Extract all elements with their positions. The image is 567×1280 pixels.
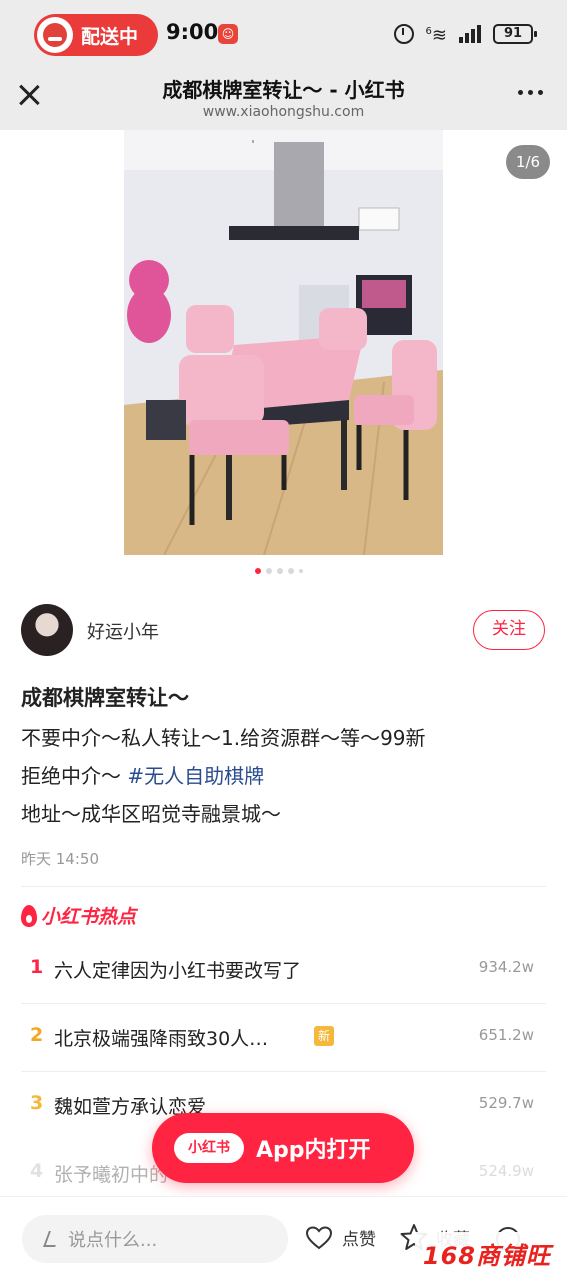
hot-text: 张予曦初中的 [54, 1164, 169, 1186]
battery-icon: 91 [493, 24, 537, 44]
notification-app-icon: ☺ [218, 24, 238, 44]
room-photo-illustration [124, 130, 443, 555]
hot-list-title: 小红书热点 [41, 906, 137, 928]
wifi-icon: 6≋ [425, 25, 447, 46]
page-url: www.xiaohongshu.com [202, 104, 365, 120]
hot-rank: 2 [30, 1024, 44, 1046]
carousel-dot[interactable] [266, 568, 272, 574]
clock: 9:00 [166, 20, 219, 44]
carousel-dot[interactable] [277, 568, 283, 574]
carousel-dots [255, 568, 303, 574]
hot-rank: 1 [30, 956, 44, 978]
post-line-3: 地址～成华区昭觉寺融景城～ [21, 802, 281, 826]
heart-icon [306, 1225, 332, 1250]
divider [21, 886, 546, 887]
author-avatar[interactable] [21, 604, 73, 656]
follow-button[interactable]: 关注 [473, 610, 545, 650]
hot-count: 934.2w [478, 958, 534, 976]
post-line-2: 拒绝中介～ #无人自助棋牌 [21, 760, 264, 789]
network-type: 6 [425, 26, 432, 37]
xiaohongshu-logo: 小红书 [174, 1133, 244, 1163]
hot-rank: 4 [30, 1160, 44, 1182]
page-title: 成都棋牌室转让～ - 小红书 [162, 78, 405, 102]
delivery-avatar [37, 17, 73, 53]
more-options-icon[interactable] [518, 90, 543, 95]
like-button[interactable]: 点赞 [306, 1225, 376, 1250]
image-counter: 1/6 [506, 145, 550, 179]
hot-rank: 3 [30, 1092, 44, 1114]
watermark-logo: 168商铺旺 [414, 1232, 559, 1275]
battery-level: 91 [503, 26, 523, 41]
delivery-label: 配送中 [81, 25, 139, 48]
hot-count: 524.9w [478, 1162, 534, 1180]
signal-icon [459, 25, 481, 43]
hashtag-link[interactable]: #无人自助棋牌 [127, 764, 264, 788]
new-badge: 新 [314, 1026, 334, 1046]
hot-count: 529.7w [478, 1094, 534, 1112]
alarm-icon [393, 24, 414, 44]
post-title: 成都棋牌室转让～ [21, 686, 189, 710]
hot-list-header: 小红书热点 [21, 902, 136, 929]
like-label: 点赞 [342, 1230, 376, 1250]
post-photo[interactable] [124, 130, 443, 555]
flame-icon [21, 904, 37, 927]
pen-icon [43, 1231, 61, 1247]
system-icons: 6≋ 91 [393, 22, 537, 46]
hot-count: 651.2w [478, 1026, 534, 1044]
post-date: 昨天 14:50 [21, 850, 99, 868]
browser-title-bar: 成都棋牌室转让～ - 小红书 www.xiaohongshu.com [0, 70, 567, 130]
hot-text: 北京极端强降雨致30人… [54, 1028, 269, 1050]
post-line-1: 不要中介～私人转让～1.给资源群～等～99新 [21, 726, 426, 750]
delivery-status-pill[interactable]: 配送中 [34, 14, 158, 56]
comment-input[interactable]: 说点什么... [22, 1215, 288, 1263]
carousel-dot[interactable] [288, 568, 294, 574]
open-in-app-button[interactable]: 小红书 App内打开 [152, 1113, 414, 1183]
author-name[interactable]: 好运小年 [87, 618, 159, 644]
carousel-dot[interactable] [255, 568, 261, 574]
hot-text: 六人定律因为小红书要改写了 [54, 960, 302, 982]
open-in-app-label: App内打开 [256, 1138, 371, 1163]
carousel-dot[interactable] [299, 569, 303, 573]
scooter-icon [43, 23, 67, 47]
comment-placeholder: 说点什么... [68, 1230, 158, 1251]
hot-item[interactable]: 1 六人定律因为小红书要改写了 934.2w [21, 936, 546, 1002]
status-bar: 配送中 9:00 ☺ 6≋ 91 [0, 0, 567, 70]
hot-item[interactable]: 2 北京极端强降雨致30人… 新 651.2w [21, 1004, 546, 1070]
post-line-2-text: 拒绝中介～ [21, 764, 121, 788]
